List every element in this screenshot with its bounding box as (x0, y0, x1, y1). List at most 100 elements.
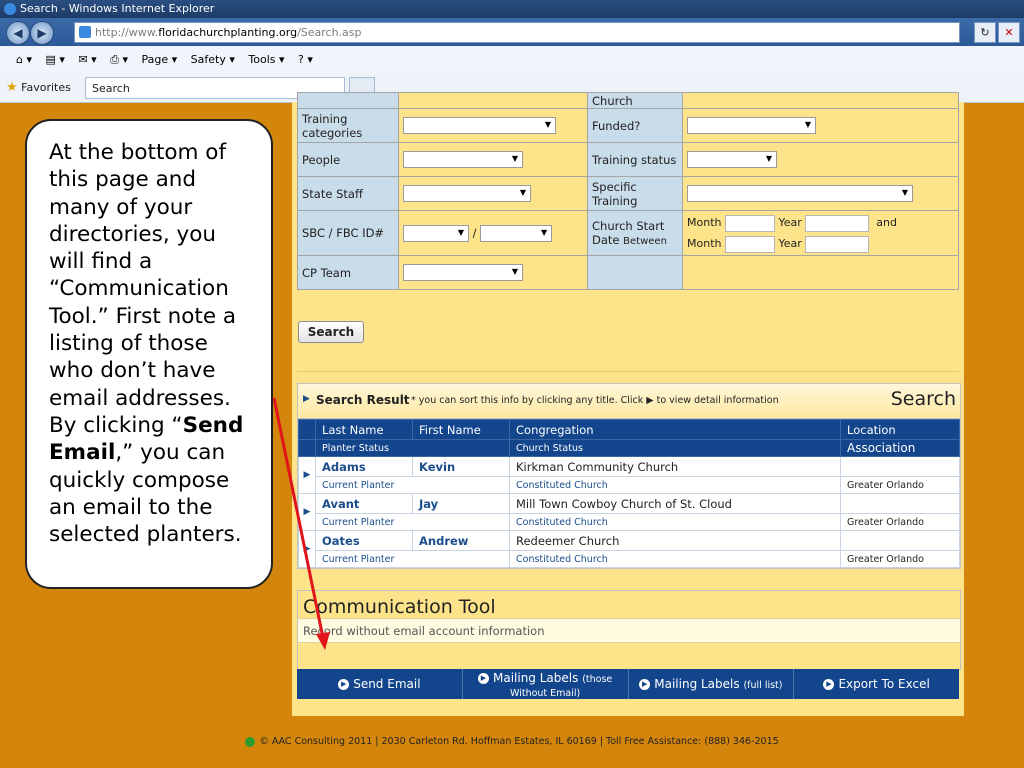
tab-title: Search (92, 82, 130, 95)
table-row: ▶ Adams Kevin Kirkman Community Church (298, 456, 960, 494)
url-path: /Search.asp (297, 26, 362, 39)
last-name[interactable]: Avant (315, 493, 413, 514)
col-congregation[interactable]: Congregation (509, 419, 841, 440)
label-cp-team: CP Team (297, 255, 399, 290)
menu-safety[interactable]: Safety ▾ (191, 53, 235, 66)
home-icon[interactable]: ⌂ ▾ (16, 53, 32, 66)
col-association[interactable]: Association (840, 439, 960, 457)
arrow-icon: ▶ (823, 679, 835, 690)
label-month-from: Month (687, 216, 722, 229)
footer: © AAC Consulting 2011 | 2030 Carleton Rd… (0, 736, 1024, 747)
stop-icon[interactable]: ✕ (998, 22, 1020, 43)
col-church-status[interactable]: Church Status (509, 439, 841, 457)
label-specific-training: Specific Training (587, 176, 683, 211)
label-state-staff: State Staff (297, 176, 399, 211)
cp-team-select[interactable]: ▼ (403, 264, 523, 281)
funded-select[interactable]: ▼ (687, 117, 816, 134)
association: Greater Orlando (840, 550, 960, 568)
url-input[interactable]: http://www.floridachurchplanting.org/Sea… (74, 22, 960, 43)
menu-tools[interactable]: Tools ▾ (248, 53, 284, 66)
feeds-icon[interactable]: ▤ ▾ (46, 53, 65, 66)
table-row: Current Planter Constituted Church Great… (299, 476, 960, 494)
church-status: Constituted Church (509, 550, 841, 568)
last-name[interactable]: Adams (315, 456, 413, 477)
mail-icon[interactable]: ✉ ▾ (78, 53, 96, 66)
first-name[interactable]: Jay (412, 493, 510, 514)
location (840, 493, 960, 514)
communication-tool: Communication Tool Record without email … (297, 590, 961, 670)
export-excel-button[interactable]: ▶ Export To Excel (794, 669, 959, 699)
congregation: Kirkman Community Church (509, 456, 841, 477)
star-icon: ★ (6, 80, 18, 95)
results-header: ▶ Search Result * you can sort this info… (298, 384, 960, 419)
fbc-id-select[interactable]: ▼ (480, 224, 553, 242)
label-funded: Funded? (587, 108, 683, 143)
label-training-categories: Training categories (297, 108, 399, 143)
first-name[interactable]: Kevin (412, 456, 510, 477)
label-and: and (876, 216, 897, 229)
state-staff-select[interactable]: ▼ (403, 185, 531, 202)
mailing-labels-full-paren: (full list) (743, 680, 783, 691)
favorites-button[interactable]: ★ Favorites (6, 74, 71, 102)
id-separator: / (472, 225, 477, 240)
year-from-input[interactable] (805, 214, 870, 232)
callout: At the bottom of this page and many of y… (25, 119, 273, 589)
search-form: Church Training categories ▼ Funded? ▼ P… (297, 92, 959, 290)
location (840, 530, 960, 551)
mailing-labels-full-label: Mailing Labels (654, 677, 740, 691)
col-location[interactable]: Location (840, 419, 960, 440)
month-from-input[interactable] (724, 214, 775, 232)
expand-icon[interactable]: ▶ (298, 456, 316, 494)
ie-logo-icon (4, 3, 16, 15)
menu-page[interactable]: Page ▾ (142, 53, 178, 66)
col-planter-status[interactable]: Planter Status (315, 439, 510, 457)
expand-icon[interactable]: ▶ (298, 493, 316, 531)
people-select[interactable]: ▼ (403, 151, 523, 168)
favorites-label: Favorites (21, 81, 71, 94)
planter-status: Current Planter (315, 513, 510, 531)
send-email-button[interactable]: ▶ Send Email (297, 669, 463, 699)
col-first-name[interactable]: First Name (412, 419, 510, 440)
mailing-labels-without-email-button[interactable]: ▶ Mailing Labels (those Without Email) (463, 669, 629, 699)
last-name[interactable]: Oates (315, 530, 413, 551)
table-row: Current Planter Constituted Church Great… (299, 550, 960, 568)
church-status: Constituted Church (509, 513, 841, 531)
page-icon (79, 26, 91, 38)
search-button[interactable]: Search (298, 321, 364, 343)
label-sbc-fbc-id: SBC / FBC ID# (297, 210, 399, 256)
url-domain: floridachurchplanting.org (158, 26, 298, 39)
forward-icon[interactable]: ▶ (30, 21, 54, 45)
help-icon[interactable]: ? ▾ (298, 53, 313, 66)
training-status-select[interactable]: ▼ (687, 151, 777, 168)
year-to-input[interactable] (805, 235, 870, 253)
col-last-name[interactable]: Last Name (315, 419, 413, 440)
label-training-status: Training status (587, 142, 683, 177)
expand-icon[interactable]: ▶ (298, 530, 316, 568)
refresh-icon[interactable]: ↻ (974, 22, 996, 43)
label-year-from: Year (778, 216, 802, 229)
label-between: Between (623, 236, 667, 247)
arrow-icon: ▶ (338, 679, 350, 690)
address-bar: ◀ ▶ http://www.floridachurchplanting.org… (0, 18, 1024, 46)
window-titlebar: Search - Windows Internet Explorer (0, 0, 1024, 18)
back-icon[interactable]: ◀ (6, 21, 30, 45)
results-title: Search Result (316, 393, 410, 407)
training-categories-select[interactable]: ▼ (403, 117, 556, 134)
congregation: Mill Town Cowboy Church of St. Cloud (509, 493, 841, 514)
url-buttons: ↻ ✕ (972, 22, 1020, 43)
url-prefix: http://www. (95, 26, 159, 39)
sbc-id-select[interactable]: ▼ (403, 224, 469, 242)
first-name[interactable]: Andrew (412, 530, 510, 551)
mailing-labels-full-button[interactable]: ▶ Mailing Labels (full list) (629, 669, 795, 699)
search-results: ▶ Search Result * you can sort this info… (297, 383, 961, 569)
table-row: ▶ Oates Andrew Redeemer Church (298, 530, 960, 568)
table-row: ▶ Avant Jay Mill Town Cowboy Church of S… (298, 493, 960, 531)
table-row: Current Planter Constituted Church Great… (299, 513, 960, 531)
results-note: * you can sort this info by clicking any… (411, 395, 779, 406)
specific-training-select[interactable]: ▼ (687, 185, 913, 202)
month-to-input[interactable] (724, 235, 775, 253)
label-church: Church (587, 92, 683, 109)
callout-text: At the bottom of this page and many of y… (49, 140, 237, 438)
print-icon[interactable]: ⎙ ▾ (110, 53, 128, 66)
association: Greater Orlando (840, 476, 960, 494)
